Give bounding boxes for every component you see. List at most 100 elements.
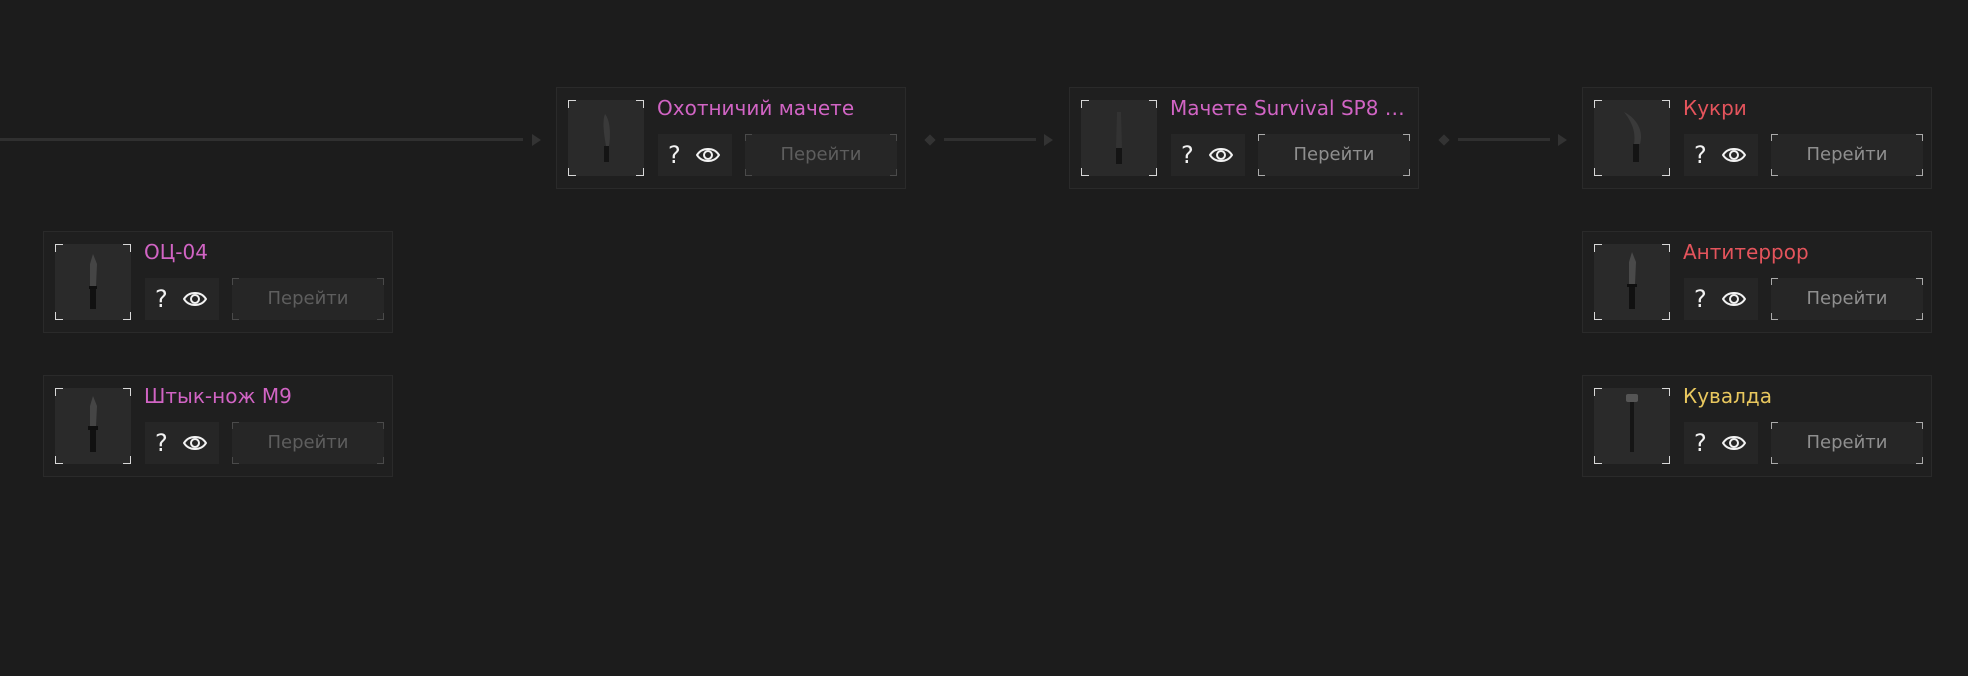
question-mark-icon[interactable]: ? xyxy=(1181,140,1194,170)
button-corner xyxy=(1771,422,1778,429)
item-actions: ? xyxy=(145,278,219,320)
go-button-label: Перейти xyxy=(1806,288,1888,309)
arrow-head-incoming xyxy=(532,134,541,146)
button-corner xyxy=(1771,278,1778,285)
eye-icon[interactable] xyxy=(1722,288,1746,310)
knife-icon xyxy=(1627,252,1637,309)
item-card-ots-04[interactable]: ОЦ-04 ? Перейти xyxy=(43,231,393,333)
go-button-label: Перейти xyxy=(780,144,862,165)
eye-icon[interactable] xyxy=(696,144,720,166)
go-button[interactable]: Перейти xyxy=(1771,134,1923,176)
arrow-head-1 xyxy=(1044,134,1053,146)
question-mark-icon[interactable]: ? xyxy=(1694,140,1707,170)
button-corner xyxy=(1258,169,1265,176)
item-card-antiterror[interactable]: Антитеррор ? Перейти xyxy=(1582,231,1932,333)
item-thumbnail[interactable] xyxy=(1594,388,1670,464)
go-button-label: Перейти xyxy=(1293,144,1375,165)
connector-line-1 xyxy=(944,138,1036,141)
eye-icon[interactable] xyxy=(1722,144,1746,166)
bayonet-icon xyxy=(88,396,98,452)
arrow-head-2 xyxy=(1558,134,1567,146)
question-mark-icon[interactable]: ? xyxy=(668,140,681,170)
sledgehammer-icon xyxy=(1626,394,1638,452)
go-button[interactable]: Перейти xyxy=(232,422,384,464)
button-corner xyxy=(1916,313,1923,320)
connector-line-2 xyxy=(1458,138,1550,141)
connector-diamond-1 xyxy=(924,134,936,146)
item-card-kukri[interactable]: Кукри ? Перейти xyxy=(1582,87,1932,189)
button-corner xyxy=(377,457,384,464)
eye-icon[interactable] xyxy=(1209,144,1233,166)
item-card-bayonet-m9[interactable]: Штык-нож М9 ? Перейти xyxy=(43,375,393,477)
item-title: Кукри xyxy=(1683,96,1747,120)
button-corner xyxy=(377,313,384,320)
button-corner xyxy=(377,278,384,285)
question-mark-icon[interactable]: ? xyxy=(1694,428,1707,458)
kukri-icon xyxy=(1624,112,1642,162)
item-title: Мачете Survival SP8 O.. xyxy=(1170,96,1410,120)
question-mark-icon[interactable]: ? xyxy=(155,284,168,314)
button-corner xyxy=(377,422,384,429)
button-corner xyxy=(1916,278,1923,285)
connector-diamond-2 xyxy=(1438,134,1450,146)
item-card-hunting-machete[interactable]: Охотничий мачете ? Перейти xyxy=(556,87,906,189)
item-card-sledgehammer[interactable]: Кувалда ? Перейти xyxy=(1582,375,1932,477)
item-thumbnail[interactable] xyxy=(1594,100,1670,176)
button-corner xyxy=(1916,457,1923,464)
go-button[interactable]: Перейти xyxy=(745,134,897,176)
item-title: Охотничий мачете xyxy=(657,96,855,120)
button-corner xyxy=(232,457,239,464)
button-corner xyxy=(1258,134,1265,141)
button-corner xyxy=(890,169,897,176)
item-title: Кувалда xyxy=(1683,384,1772,408)
button-corner xyxy=(232,278,239,285)
question-mark-icon[interactable]: ? xyxy=(1694,284,1707,314)
button-corner xyxy=(1403,134,1410,141)
item-title: Штык-нож М9 xyxy=(144,384,292,408)
button-corner xyxy=(745,134,752,141)
upgrade-tree-canvas: Охотничий мачете ? Перейти Мачете Surviv… xyxy=(0,0,1968,676)
button-corner xyxy=(1916,422,1923,429)
item-card-machete-survival[interactable]: Мачете Survival SP8 O.. ? Перейти xyxy=(1069,87,1419,189)
machete-icon xyxy=(1116,112,1122,164)
item-title: Антитеррор xyxy=(1683,240,1809,264)
go-button[interactable]: Перейти xyxy=(232,278,384,320)
knife-icon xyxy=(89,254,97,309)
item-actions: ? xyxy=(1684,422,1758,464)
go-button-label: Перейти xyxy=(1806,144,1888,165)
button-corner xyxy=(1916,134,1923,141)
item-actions: ? xyxy=(1684,278,1758,320)
item-thumbnail[interactable] xyxy=(55,388,131,464)
item-actions: ? xyxy=(1684,134,1758,176)
item-actions: ? xyxy=(1171,134,1245,176)
button-corner xyxy=(890,134,897,141)
button-corner xyxy=(1771,457,1778,464)
go-button-label: Перейти xyxy=(267,288,349,309)
item-actions: ? xyxy=(658,134,732,176)
button-corner xyxy=(1916,169,1923,176)
button-corner xyxy=(1771,134,1778,141)
go-button[interactable]: Перейти xyxy=(1771,278,1923,320)
go-button[interactable]: Перейти xyxy=(1258,134,1410,176)
item-title: ОЦ-04 xyxy=(144,240,208,264)
item-thumbnail[interactable] xyxy=(55,244,131,320)
item-thumbnail[interactable] xyxy=(1081,100,1157,176)
go-button-label: Перейти xyxy=(267,432,349,453)
item-actions: ? xyxy=(145,422,219,464)
eye-icon[interactable] xyxy=(1722,432,1746,454)
item-thumbnail[interactable] xyxy=(1594,244,1670,320)
button-corner xyxy=(1771,169,1778,176)
connector-line-incoming xyxy=(0,138,523,141)
button-corner xyxy=(232,313,239,320)
eye-icon[interactable] xyxy=(183,432,207,454)
button-corner xyxy=(232,422,239,429)
go-button[interactable]: Перейти xyxy=(1771,422,1923,464)
machete-icon xyxy=(603,114,610,162)
eye-icon[interactable] xyxy=(183,288,207,310)
question-mark-icon[interactable]: ? xyxy=(155,428,168,458)
button-corner xyxy=(1403,169,1410,176)
go-button-label: Перейти xyxy=(1806,432,1888,453)
button-corner xyxy=(1771,313,1778,320)
item-thumbnail[interactable] xyxy=(568,100,644,176)
button-corner xyxy=(745,169,752,176)
